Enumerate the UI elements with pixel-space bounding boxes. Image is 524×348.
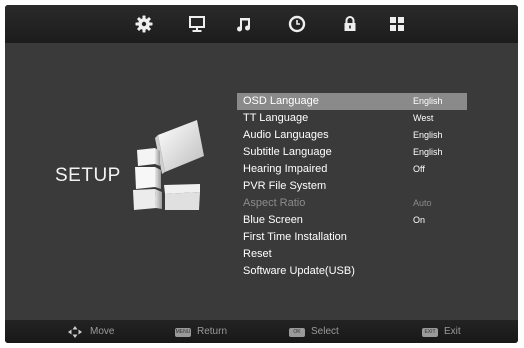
menu-item-subtitle-language[interactable]: Subtitle Language English bbox=[237, 144, 467, 161]
gear-icon[interactable] bbox=[135, 15, 153, 33]
settings-panel: SETUP OSD Language English TT Language W… bbox=[5, 43, 518, 320]
menu-item-value: English bbox=[413, 130, 443, 140]
clock-icon[interactable] bbox=[288, 15, 306, 33]
return-hint: MENU Return bbox=[175, 325, 227, 339]
menu-item-software-update[interactable]: Software Update(USB) bbox=[237, 263, 467, 280]
menu-item-label: PVR File System bbox=[243, 180, 327, 192]
menu-item-label: Software Update(USB) bbox=[243, 265, 355, 277]
menu-item-tt-language[interactable]: TT Language West bbox=[237, 110, 467, 127]
menu-item-label: Reset bbox=[243, 248, 272, 260]
grid-icon[interactable] bbox=[388, 15, 406, 33]
tv-screen: SETUP OSD Language English TT Language W… bbox=[5, 5, 518, 343]
menu-item-aspect-ratio: Aspect Ratio Auto bbox=[237, 195, 467, 212]
menu-item-label: Aspect Ratio bbox=[243, 197, 306, 209]
return-hint-label: Return bbox=[197, 326, 228, 337]
menu-item-label: First Time Installation bbox=[243, 231, 347, 243]
tab-bar bbox=[5, 5, 518, 43]
menu-item-value: Off bbox=[413, 164, 425, 174]
monitor-icon[interactable] bbox=[188, 15, 206, 33]
exit-key-icon: EXIT bbox=[422, 327, 438, 337]
move-arrows-icon bbox=[68, 326, 82, 338]
menu-item-audio-languages[interactable]: Audio Languages English bbox=[237, 127, 467, 144]
menu-item-value: West bbox=[413, 113, 434, 123]
setup-menu: OSD Language English TT Language West Au… bbox=[237, 93, 467, 280]
menu-item-label: TT Language bbox=[243, 112, 309, 124]
menu-item-reset[interactable]: Reset bbox=[237, 246, 467, 263]
move-hint: Move bbox=[68, 325, 114, 339]
menu-item-label: Audio Languages bbox=[243, 129, 329, 141]
ok-key-icon: OK bbox=[289, 327, 305, 337]
menu-item-value: Auto bbox=[413, 198, 432, 208]
exit-hint-label: Exit bbox=[444, 326, 461, 337]
menu-item-label: Hearing Impaired bbox=[243, 163, 328, 175]
menu-item-first-time-installation[interactable]: First Time Installation bbox=[237, 229, 467, 246]
select-hint: OK Select bbox=[289, 325, 339, 339]
menu-item-label: Subtitle Language bbox=[243, 146, 332, 158]
menu-item-hearing-impaired[interactable]: Hearing Impaired Off bbox=[237, 161, 467, 178]
select-hint-label: Select bbox=[311, 326, 339, 337]
menu-item-label: Blue Screen bbox=[243, 214, 303, 226]
menu-item-value: On bbox=[413, 215, 426, 225]
lock-icon[interactable] bbox=[341, 15, 359, 33]
music-note-icon[interactable] bbox=[235, 15, 253, 33]
exit-hint: EXIT Exit bbox=[422, 325, 461, 339]
menu-item-value: English bbox=[413, 96, 443, 106]
menu-item-label: OSD Language bbox=[243, 95, 319, 107]
menu-item-osd-language[interactable]: OSD Language English bbox=[237, 93, 467, 110]
move-hint-label: Move bbox=[90, 326, 115, 337]
menu-key-icon: MENU bbox=[175, 327, 191, 337]
menu-item-value: English bbox=[413, 147, 443, 157]
menu-item-pvr-file-system[interactable]: PVR File System bbox=[237, 178, 467, 195]
key-hint-bar: Move MENU Return OK Select EXIT Exit bbox=[5, 320, 518, 343]
menu-item-blue-screen[interactable]: Blue Screen On bbox=[237, 212, 467, 229]
